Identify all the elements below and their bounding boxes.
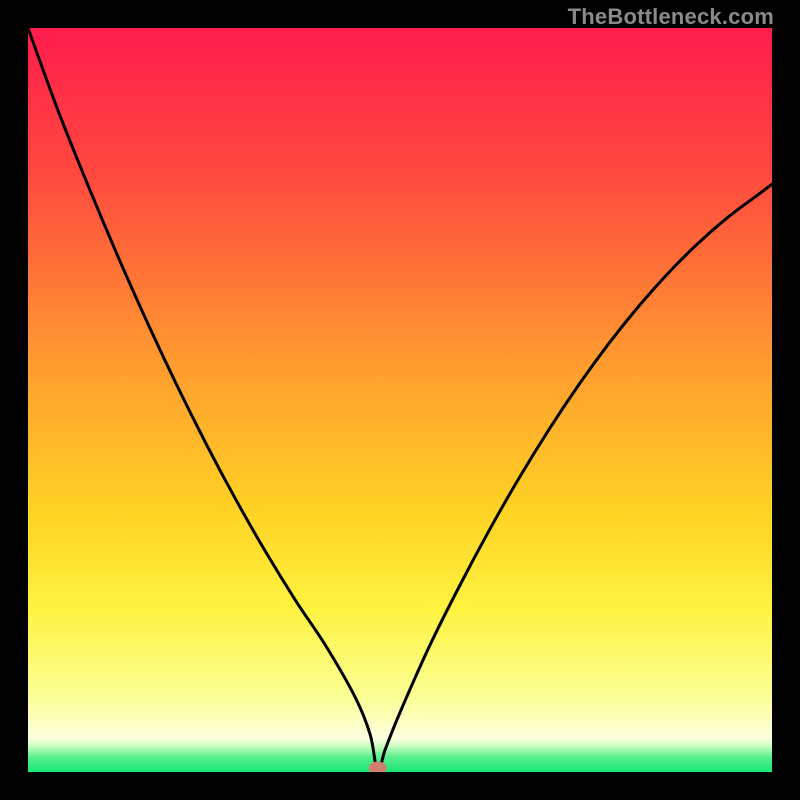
watermark-label: TheBottleneck.com <box>568 4 774 30</box>
chart-svg <box>28 28 772 772</box>
gradient-background <box>28 28 772 772</box>
chart-frame: TheBottleneck.com <box>0 0 800 800</box>
plot-area <box>28 28 772 772</box>
